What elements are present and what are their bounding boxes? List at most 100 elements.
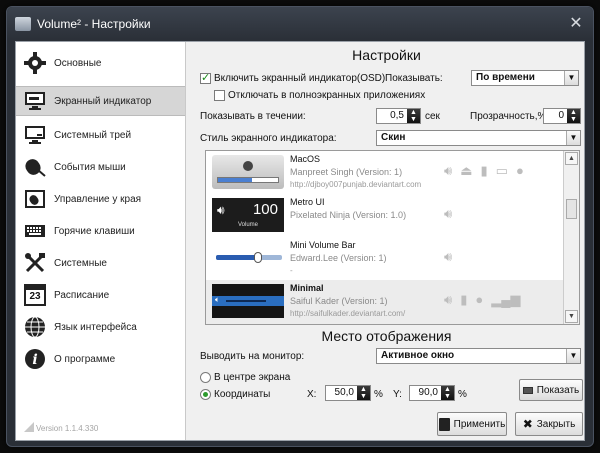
usb-icon: ▮	[480, 163, 488, 178]
skin-item-macos[interactable]: MacOS Manpreet Singh (Version: 1) http:/…	[206, 151, 564, 192]
version-label: Version 1.1.4.330	[36, 424, 99, 433]
show-preview-label: Показать	[536, 384, 580, 396]
sidebar-item-general[interactable]: Основные	[16, 48, 185, 78]
skin-author: Pixelated Ninja (Version: 1.0)	[290, 210, 407, 220]
calendar-icon: 23	[23, 283, 47, 307]
sidebar-item-about[interactable]: i О программе	[16, 344, 185, 374]
show-during-spinner[interactable]: 0,5 ▲ ▼	[376, 108, 421, 124]
sidebar-item-label: Язык интерфейса	[54, 321, 137, 333]
spin-arrows-icon[interactable]: ▲ ▼	[567, 109, 580, 123]
skin-url[interactable]: -	[290, 266, 293, 275]
sidebar-item-screen-edge[interactable]: Управление у края	[16, 184, 185, 214]
disable-fullscreen-checkbox[interactable]	[214, 90, 225, 101]
tray-icon	[23, 123, 47, 147]
eject-icon: ⏏	[460, 163, 473, 178]
sidebar-item-mouse[interactable]: События мыши	[16, 152, 185, 182]
svg-text:i: i	[32, 352, 37, 368]
x-spinner[interactable]: 50,0 ▲ ▼	[325, 385, 371, 401]
close-button[interactable]: ✖ Закрыть	[515, 412, 583, 436]
monitor-icon	[23, 89, 47, 113]
show-label: Показывать:	[385, 73, 443, 84]
skin-item-mini-volume-bar[interactable]: Mini Volume Bar Edward.Lee (Version: 1) …	[206, 237, 564, 278]
skin-preview-minimal: 🔈︎	[212, 284, 284, 318]
transparency-label: Прозрачность,%:	[470, 111, 550, 122]
mouse-icon	[23, 155, 47, 179]
apply-button[interactable]: Применить	[437, 412, 507, 436]
window-title: Volume² - Настройки	[37, 17, 151, 31]
scroll-down-icon[interactable]: ▼	[565, 310, 578, 323]
disable-fullscreen-label: Отключать в полноэкранных приложениях	[228, 90, 426, 101]
x-value: 50,0	[334, 387, 354, 398]
center-radio[interactable]	[200, 372, 211, 383]
scroll-up-icon[interactable]: ▲	[565, 152, 578, 165]
app-icon	[15, 17, 31, 31]
y-spinner[interactable]: 90,0 ▲ ▼	[409, 385, 455, 401]
spin-arrows-icon[interactable]: ▲ ▼	[357, 386, 370, 400]
client-area: Основные Экранный индикатор Системный тр…	[15, 41, 585, 441]
style-select[interactable]: Скин ▼	[376, 130, 581, 146]
sidebar-item-label: События мыши	[54, 161, 126, 173]
sidebar-item-system[interactable]: Системные	[16, 248, 185, 278]
bulb-icon: ●	[475, 292, 484, 307]
show-during-label: Показывать в течении:	[200, 111, 306, 122]
main-panel: Настройки Включить экранный индикатор(OS…	[187, 42, 586, 440]
chevron-down-icon[interactable]: ▼	[566, 349, 580, 363]
skin-preview-mini-bar	[212, 241, 284, 275]
style-value: Скин	[381, 132, 406, 143]
coords-radio[interactable]	[200, 389, 211, 400]
spin-arrows-icon[interactable]: ▲ ▼	[441, 386, 454, 400]
speaker-icon: 🔊︎	[444, 292, 453, 307]
monitor-value: Активное окно	[381, 350, 455, 361]
enable-osd-checkbox[interactable]	[200, 71, 211, 84]
skin-item-minimal[interactable]: 🔈︎ Minimal Saiful Kader (Version: 1) htt…	[206, 280, 564, 324]
sidebar-item-tray[interactable]: Системный трей	[16, 120, 185, 150]
sidebar-item-label: Расписание	[54, 289, 110, 301]
sidebar-item-label: Управление у края	[54, 193, 142, 205]
settings-window: Volume² - Настройки ✕ Основные Экранный …	[6, 6, 594, 447]
calendar-day: 23	[29, 291, 41, 302]
show-mode-select[interactable]: По времени ▼	[471, 70, 579, 86]
keyboard-icon	[23, 219, 47, 243]
sidebar-item-label: О программе	[54, 353, 116, 365]
chevron-down-icon[interactable]: ▼	[564, 71, 578, 85]
sidebar-item-label: Экранный индикатор	[54, 95, 152, 107]
speaker-icon: 🔊︎	[444, 249, 453, 264]
skin-author: Saiful Kader (Version: 1)	[290, 296, 388, 306]
monitor-select[interactable]: Активное окно ▼	[376, 348, 581, 364]
show-preview-button[interactable]: Показать	[519, 379, 583, 401]
coords-label: Координаты	[214, 389, 271, 400]
skin-author: Edward.Lee (Version: 1)	[290, 253, 387, 263]
enable-osd-label: Включить экранный индикатор(OSD)	[214, 73, 386, 84]
chevron-down-icon[interactable]: ▼	[566, 131, 580, 145]
skin-url[interactable]: http://djboy007punjab.deviantart.com	[290, 180, 421, 189]
scroll-thumb[interactable]	[566, 199, 577, 219]
spin-arrows-icon[interactable]: ▲ ▼	[407, 109, 420, 123]
center-label: В центре экрана	[214, 372, 291, 383]
speaker-icon: 🔊︎	[444, 206, 453, 221]
skin-preview-value: 100	[252, 201, 278, 218]
skin-name: Minimal	[290, 283, 324, 293]
show-during-value: 0,5	[390, 110, 404, 121]
sidebar-item-osd[interactable]: Экранный индикатор	[16, 86, 185, 116]
bulb-icon: ●	[515, 163, 524, 178]
sidebar-item-language[interactable]: Язык интерфейса	[16, 312, 185, 342]
screen-edge-icon	[23, 187, 47, 211]
skin-url[interactable]: http://saifulkader.deviantart.com/	[290, 309, 405, 318]
speaker-icon: 🔈︎	[215, 295, 220, 304]
speaker-icon: 🔊︎	[217, 203, 225, 217]
title-bar[interactable]: Volume² - Настройки ✕	[7, 7, 593, 41]
skin-item-metro[interactable]: 🔊︎ 100 Volume Metro UI Pixelated Ninja (…	[206, 194, 564, 235]
skin-name: Metro UI	[290, 197, 325, 207]
y-value: 90,0	[418, 387, 438, 398]
skin-preview-metro: 🔊︎ 100 Volume	[212, 198, 284, 232]
settings-title: Настройки	[352, 47, 421, 63]
skin-list-scrollbar[interactable]: ▲ ▼	[563, 151, 579, 324]
close-icon[interactable]: ✕	[567, 15, 585, 33]
volume-logo-icon	[24, 422, 34, 432]
transparency-spinner[interactable]: 0 ▲ ▼	[543, 108, 581, 124]
x-label: X:	[307, 389, 317, 400]
sidebar-item-hotkeys[interactable]: Горячие клавиши	[16, 216, 185, 246]
tools-icon	[23, 251, 47, 275]
skin-list[interactable]: MacOS Manpreet Singh (Version: 1) http:/…	[205, 150, 580, 325]
sidebar-item-schedule[interactable]: 23 Расписание	[16, 280, 185, 310]
